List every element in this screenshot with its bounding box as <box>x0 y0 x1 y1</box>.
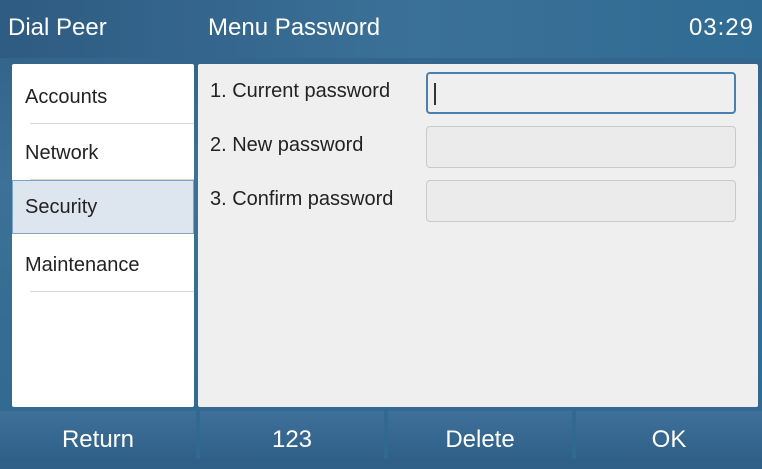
sidebar-item-label: Accounts <box>25 86 108 108</box>
new-password-row: 2. New password <box>198 122 758 170</box>
confirm-password-row: 3. Confirm password <box>198 176 758 224</box>
password-form: 1. Current password 2. New password 3. C… <box>198 64 758 407</box>
delete-button[interactable]: Delete <box>388 411 572 459</box>
current-password-label: 1. Current password <box>210 80 391 102</box>
input-mode-button[interactable]: 123 <box>200 411 384 459</box>
settings-sidebar: Accounts Network Security Maintenance <box>12 64 194 407</box>
section-title: Dial Peer <box>8 14 107 41</box>
new-password-label: 2. New password <box>210 134 364 156</box>
sidebar-item-label: Security <box>25 196 98 218</box>
clock: 03:29 <box>688 14 754 41</box>
confirm-password-input[interactable] <box>426 180 736 222</box>
current-password-row: 1. Current password <box>198 68 758 116</box>
current-password-input[interactable] <box>426 72 736 114</box>
divider <box>30 123 194 124</box>
return-button[interactable]: Return <box>0 411 196 459</box>
sidebar-item-label: Network <box>25 142 99 164</box>
sidebar-item-accounts[interactable]: Accounts <box>12 70 194 124</box>
sidebar-item-security[interactable]: Security <box>12 180 194 234</box>
sidebar-item-network[interactable]: Network <box>12 126 194 180</box>
title-bar: Dial Peer Menu Password 03:29 <box>0 0 762 58</box>
confirm-password-label: 3. Confirm password <box>210 188 394 210</box>
softkey-bar: Return 123 Delete OK <box>0 411 762 459</box>
sidebar-item-maintenance[interactable]: Maintenance <box>12 238 194 292</box>
sidebar-item-label: Maintenance <box>25 254 140 276</box>
new-password-input[interactable] <box>426 126 736 168</box>
divider <box>30 291 194 292</box>
text-cursor <box>434 83 436 105</box>
page-title: Menu Password <box>208 14 381 41</box>
ok-button[interactable]: OK <box>576 411 762 459</box>
